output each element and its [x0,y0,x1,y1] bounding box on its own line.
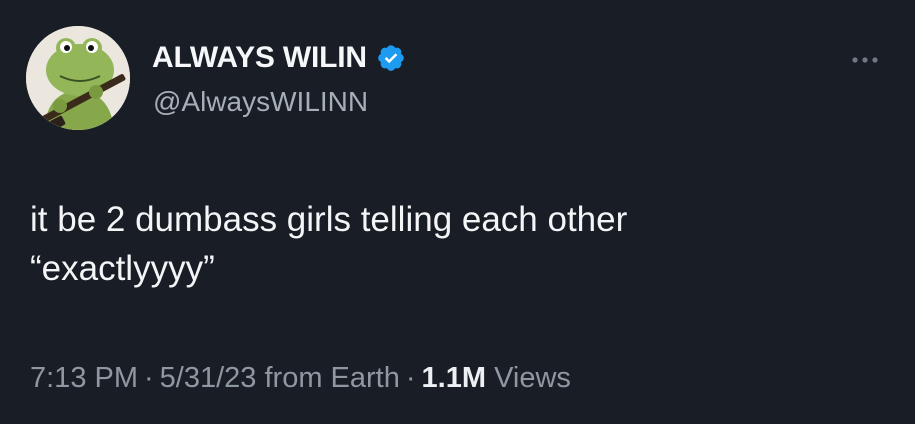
author-avatar[interactable] [26,26,130,130]
more-dots-icon[interactable] [848,48,882,72]
tweet-metadata: 7:13 PM · 5/31/23 from Earth · 1.1M Views [30,362,571,395]
tweet-text: it be 2 dumbass girls telling each other… [30,200,628,288]
separator-dot: · [144,362,154,394]
views-label[interactable]: Views [494,362,571,394]
views-count[interactable]: 1.1M [422,362,486,394]
tweet-location: from Earth [264,362,400,394]
author-handle[interactable]: @AlwaysWILINN [153,86,368,118]
separator-dot: · [405,362,416,394]
author-name-row: ALWAYS WILIN [152,41,406,75]
tweet-date[interactable]: 5/31/23 [160,362,257,394]
verified-badge-icon [376,43,406,73]
frog-avatar-image [26,26,130,130]
tweet-card: ALWAYS WILIN @AlwaysWILINN it be 2 dumba… [0,0,915,424]
author-display-name[interactable]: ALWAYS WILIN [152,41,367,75]
tweet-time[interactable]: 7:13 PM [30,362,138,394]
